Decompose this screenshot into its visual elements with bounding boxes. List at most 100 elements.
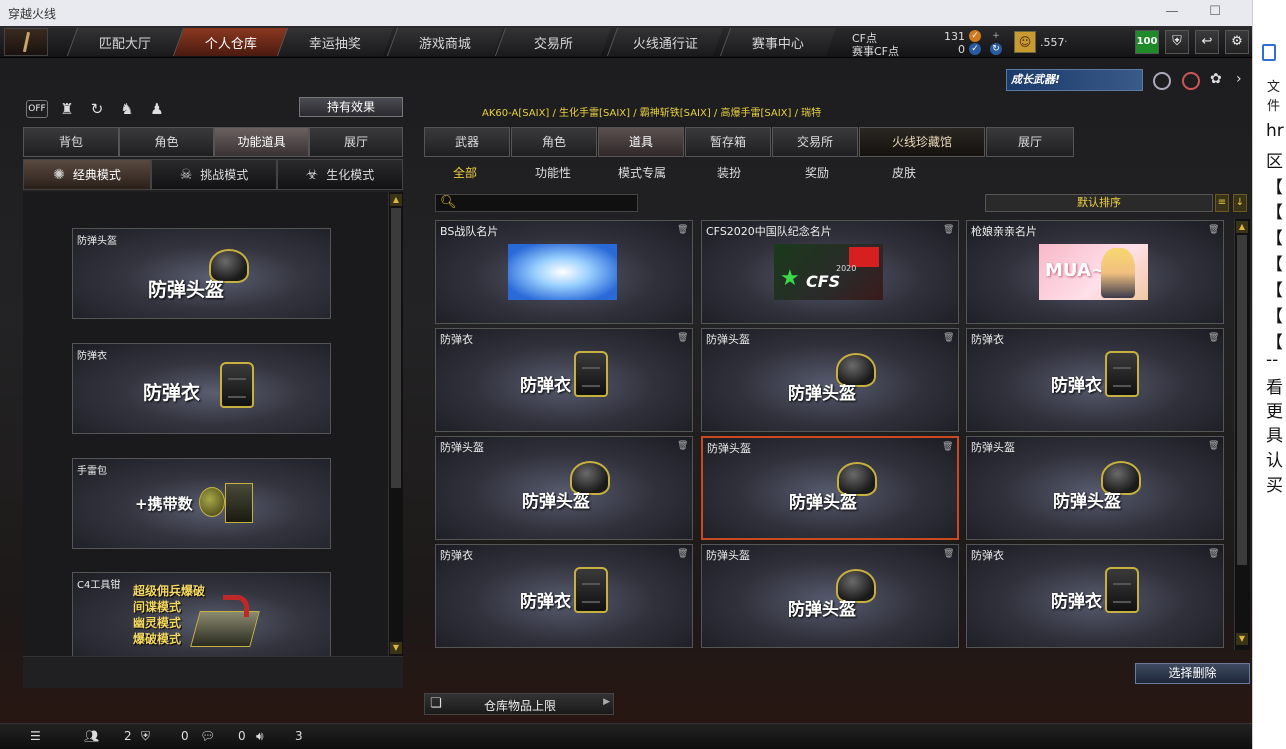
item-card[interactable]: 枪娘亲亲名片 🗑︎ MUA~ — [966, 220, 1224, 324]
left-tab-3[interactable]: 展厅 — [309, 127, 403, 157]
add-icon[interactable]: + — [990, 30, 1002, 42]
trash-icon[interactable]: 🗑︎ — [677, 225, 688, 235]
off-toggle-icon[interactable]: OFF — [26, 100, 48, 118]
grid-scroll-thumb[interactable] — [1237, 235, 1247, 565]
volume-icon[interactable]: 🔊︎ — [256, 729, 264, 744]
item-card[interactable]: 防弹头盔 🗑︎ 防弹头盔 — [701, 436, 959, 540]
right-tab-5[interactable]: 火线珍藏馆 — [859, 127, 985, 157]
item-card[interactable]: 防弹头盔 🗑︎ 防弹头盔 — [701, 544, 959, 648]
scroll-down-icon[interactable]: ▼ — [390, 642, 402, 654]
trophy-icon[interactable]: ♜ — [56, 98, 78, 120]
trash-icon[interactable]: 🗑︎ — [677, 549, 688, 559]
trash-icon[interactable]: 🗑︎ — [677, 333, 688, 343]
exchange-icon[interactable]: ↻ — [990, 43, 1002, 55]
mode-tab-1[interactable]: ☠ 挑战模式 — [151, 159, 277, 190]
doc-line: 【 — [1266, 307, 1283, 327]
left-scrollbar[interactable]: ▲ ▼ — [388, 192, 403, 656]
refresh-icon[interactable]: ↻ — [86, 98, 108, 120]
trash-icon[interactable]: 🗑︎ — [943, 225, 954, 235]
shield-icon[interactable]: ⛨ — [1165, 30, 1189, 54]
mode-tab-0[interactable]: ✺ 经典模式 — [23, 159, 151, 190]
item-card[interactable]: 防弹衣 🗑︎ 防弹衣 — [966, 328, 1224, 432]
item-card[interactable]: 防弹衣 🗑︎ 防弹衣 — [966, 544, 1224, 648]
left-item-vest[interactable]: 防弹衣 防弹衣 — [72, 343, 331, 434]
sub-tab-0[interactable]: 全部 — [453, 164, 477, 181]
trash-icon[interactable]: 🗑︎ — [1208, 441, 1219, 451]
sub-tab-5[interactable]: 皮肤 — [892, 164, 916, 181]
trash-icon[interactable]: 🗑︎ — [943, 333, 954, 343]
vip-badge[interactable]: 100 — [1135, 30, 1159, 54]
grenade-pack-icon — [225, 483, 253, 523]
search-input[interactable]: 🔍︎ — [435, 194, 638, 212]
select-delete-button[interactable]: 选择删除 — [1135, 663, 1250, 684]
right-tab-6[interactable]: 展厅 — [986, 127, 1074, 157]
menu-icon[interactable]: ☰ — [30, 729, 41, 743]
next-icon[interactable]: › — [1236, 71, 1250, 89]
character-icon[interactable]: ♞ — [116, 98, 138, 120]
right-tab-1[interactable]: 角色 — [511, 127, 597, 157]
sub-tab-1[interactable]: 功能性 — [535, 164, 571, 181]
badge-icon[interactable] — [1153, 72, 1171, 90]
doc-line: -- — [1266, 350, 1279, 370]
sort-down-icon[interactable]: ↓ — [1233, 194, 1247, 212]
item-card[interactable]: CFS2020中国队纪念名片 🗑︎ CFS 2020 ★ — [701, 220, 959, 324]
event-cf-label: 赛事CF点 — [852, 45, 900, 58]
capacity-button[interactable]: ❏ 仓库物品上限 ▶ — [424, 693, 614, 715]
gear-icon[interactable]: ⚙ — [1225, 30, 1249, 54]
nav-tab-1[interactable]: 个人仓库 — [172, 28, 290, 56]
right-tab-3[interactable]: 暂存箱 — [685, 127, 771, 157]
trash-icon[interactable]: 🗑︎ — [677, 441, 688, 451]
mode-tab-2[interactable]: ☣ 生化模式 — [277, 159, 403, 190]
nav-tab-0[interactable]: 匹配大厅 — [66, 28, 184, 56]
scroll-up-icon[interactable]: ▲ — [390, 194, 402, 206]
grid-scroll-up-icon[interactable]: ▲ — [1236, 221, 1248, 233]
nav-tab-4[interactable]: 交易所 — [494, 28, 612, 56]
trash-icon[interactable]: 🗑︎ — [1208, 549, 1219, 559]
item-card[interactable]: 防弹头盔 🗑︎ 防弹头盔 — [701, 328, 959, 432]
growth-weapon-banner[interactable]: 成长武器! — [1006, 69, 1143, 91]
sub-tab-2[interactable]: 模式专属 — [618, 164, 666, 181]
left-tab-1[interactable]: 角色 — [119, 127, 214, 157]
mascot-icon[interactable]: ♟ — [146, 98, 168, 120]
left-item-c4[interactable]: C4工具钳 超级佣兵爆破 间谍模式 幽灵模式 爆破模式 — [72, 572, 331, 663]
item-card[interactable]: 防弹衣 🗑︎ 防弹衣 — [435, 328, 693, 432]
game-logo[interactable] — [4, 28, 48, 56]
minimize-icon[interactable]: — — [1162, 4, 1182, 19]
nav-tab-6[interactable]: 赛事中心 — [719, 28, 837, 56]
left-item-helmet[interactable]: 防弹头盔 防弹头盔 — [72, 228, 331, 319]
rank-badge-icon[interactable]: ☺ — [1014, 31, 1036, 53]
trash-icon[interactable]: 🗑︎ — [1208, 333, 1219, 343]
sub-tab-4[interactable]: 奖励 — [805, 164, 829, 181]
chat-icon[interactable]: 💬︎ — [200, 729, 215, 743]
grid-scroll-down-icon[interactable]: ▼ — [1236, 633, 1248, 645]
right-tab-4[interactable]: 交易所 — [772, 127, 858, 157]
nav-tab-5[interactable]: 火线通行证 — [606, 28, 724, 56]
item-card[interactable]: 防弹头盔 🗑︎ 防弹头盔 — [966, 436, 1224, 540]
level-suffix: · — [1064, 35, 1068, 48]
list-view-icon[interactable]: ≡ — [1215, 194, 1229, 212]
sort-dropdown[interactable]: 默认排序 — [985, 194, 1213, 212]
shield-status-icon[interactable]: ⛨ — [141, 729, 150, 744]
grid-scrollbar[interactable]: ▲ ▼ — [1234, 219, 1250, 650]
left-tab-0[interactable]: 背包 — [23, 127, 119, 157]
left-item-grenade[interactable]: 手雷包 +携带数 — [72, 458, 331, 549]
friends-icon[interactable]: 👥︎ — [84, 729, 99, 743]
scroll-thumb[interactable] — [391, 208, 401, 488]
trash-icon[interactable]: 🗑︎ — [943, 549, 954, 559]
item-card[interactable]: 防弹头盔 🗑︎ 防弹头盔 — [435, 436, 693, 540]
trash-icon[interactable]: 🗑︎ — [942, 442, 953, 452]
target-icon[interactable] — [1182, 72, 1200, 90]
flower-icon[interactable]: ✿ — [1210, 71, 1228, 89]
left-tab-2[interactable]: 功能道具 — [214, 127, 309, 157]
nav-tab-2[interactable]: 幸运抽奖 — [276, 28, 394, 56]
maximize-icon[interactable]: ☐ — [1205, 4, 1225, 19]
item-card[interactable]: BS战队名片 🗑︎ — [435, 220, 693, 324]
sub-tab-3[interactable]: 装扮 — [717, 164, 741, 181]
trash-icon[interactable]: 🗑︎ — [1208, 225, 1219, 235]
held-effect-button[interactable]: 持有效果 — [299, 97, 403, 117]
item-card[interactable]: 防弹衣 🗑︎ 防弹衣 — [435, 544, 693, 648]
right-tab-0[interactable]: 武器 — [424, 127, 510, 157]
back-icon[interactable]: ↩ — [1195, 30, 1219, 54]
right-tab-2[interactable]: 道具 — [598, 127, 684, 157]
nav-tab-3[interactable]: 游戏商城 — [386, 28, 504, 56]
